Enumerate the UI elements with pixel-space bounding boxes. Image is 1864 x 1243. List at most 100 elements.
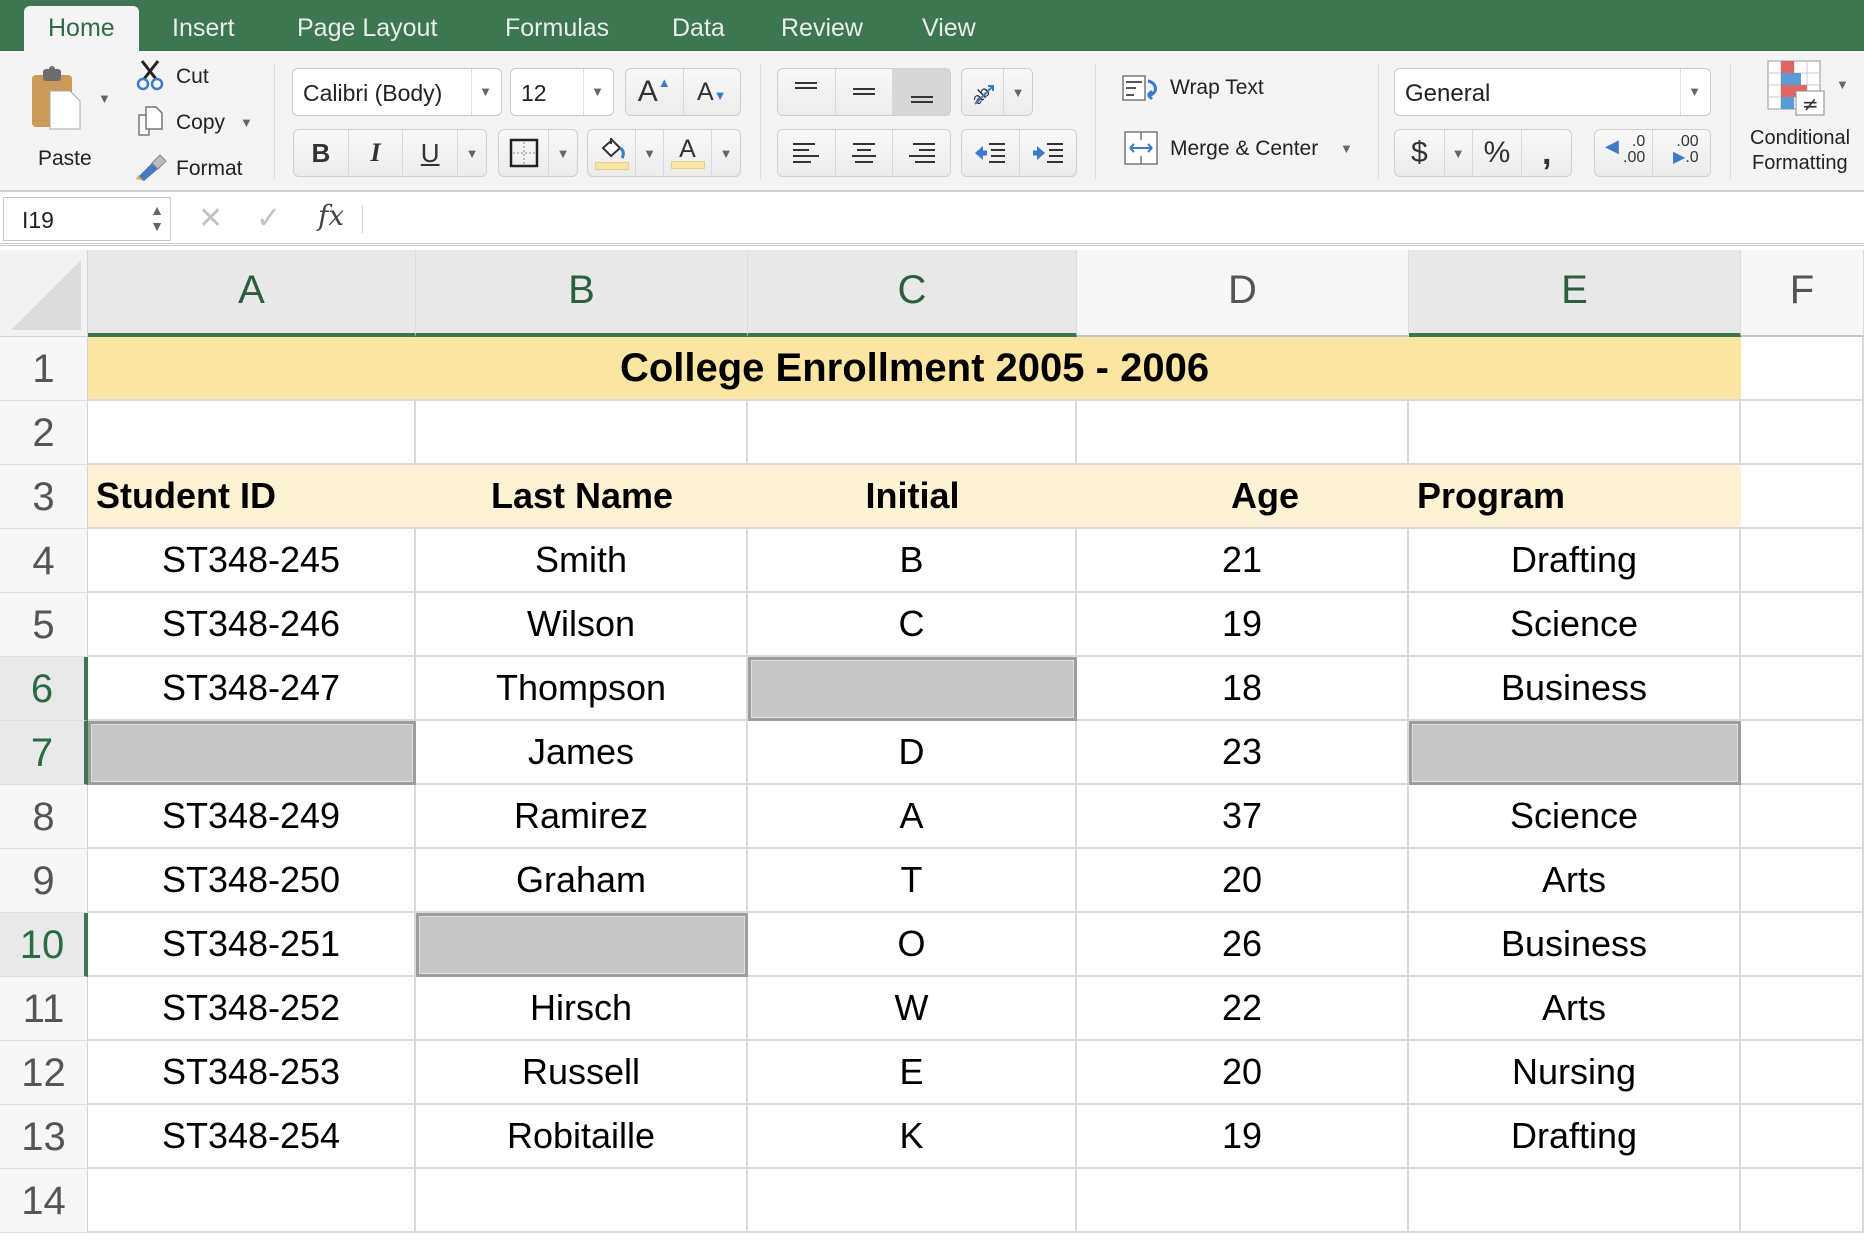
borders-button[interactable] xyxy=(499,130,549,176)
tab-review[interactable]: Review xyxy=(757,6,887,51)
data-cell[interactable]: 19 xyxy=(1077,593,1409,657)
data-cell[interactable]: Arts xyxy=(1409,849,1741,913)
tab-insert[interactable]: Insert xyxy=(148,6,259,51)
data-cell[interactable]: T xyxy=(748,849,1077,913)
cell-E2[interactable] xyxy=(1409,401,1741,465)
column-label-student-id[interactable]: Student ID xyxy=(88,465,416,529)
increase-indent-button[interactable] xyxy=(1020,130,1077,176)
align-right-button[interactable] xyxy=(893,130,950,176)
cancel-icon[interactable]: ✕ xyxy=(198,201,223,236)
fill-color-dropdown[interactable]: ▼ xyxy=(636,130,664,176)
empty-highlighted-cell[interactable] xyxy=(748,657,1077,721)
fill-color-button[interactable] xyxy=(588,130,636,176)
data-cell[interactable]: 21 xyxy=(1077,529,1409,593)
cell-C2[interactable] xyxy=(748,401,1077,465)
tab-page-layout[interactable]: Page Layout xyxy=(273,6,461,51)
cell-F5[interactable] xyxy=(1741,593,1864,657)
select-all-button[interactable] xyxy=(0,250,88,337)
column-label-age[interactable]: Age xyxy=(1077,465,1409,529)
tab-data[interactable]: Data xyxy=(648,6,749,51)
row-header-11[interactable]: 11 xyxy=(0,977,88,1041)
data-cell[interactable]: Ramirez xyxy=(416,785,748,849)
data-cell[interactable]: O xyxy=(748,913,1077,977)
conditional-formatting-button[interactable]: ≠ ▼ Conditional Formatting xyxy=(1744,59,1864,189)
underline-dropdown[interactable]: ▼ xyxy=(458,130,486,176)
cell-F14[interactable] xyxy=(1741,1169,1864,1233)
tab-home[interactable]: Home xyxy=(24,6,139,52)
currency-dropdown[interactable]: ▼ xyxy=(1445,130,1473,176)
data-cell[interactable]: Robitaille xyxy=(416,1105,748,1169)
row-header-2[interactable]: 2 xyxy=(0,401,88,465)
paste-button[interactable]: ▼ Paste xyxy=(24,61,134,186)
cell-F6[interactable] xyxy=(1741,657,1864,721)
data-cell[interactable]: Arts xyxy=(1409,977,1741,1041)
cut-button[interactable]: Cut xyxy=(136,59,286,93)
empty-highlighted-cell[interactable] xyxy=(88,721,416,785)
data-cell[interactable]: Business xyxy=(1409,913,1741,977)
data-cell[interactable]: K xyxy=(748,1105,1077,1169)
data-cell[interactable]: Wilson xyxy=(416,593,748,657)
cell-D14[interactable] xyxy=(1077,1169,1409,1233)
paste-dropdown-caret[interactable]: ▼ xyxy=(98,91,111,106)
data-cell[interactable]: Russell xyxy=(416,1041,748,1105)
data-cell[interactable]: 18 xyxy=(1077,657,1409,721)
percent-button[interactable]: % xyxy=(1473,130,1523,176)
conditional-formatting-dropdown[interactable]: ▼ xyxy=(1836,77,1849,92)
row-header-10[interactable]: 10 xyxy=(0,913,88,977)
data-cell[interactable]: Nursing xyxy=(1409,1041,1741,1105)
align-center-button[interactable] xyxy=(836,130,894,176)
data-cell[interactable]: 19 xyxy=(1077,1105,1409,1169)
data-cell[interactable]: 20 xyxy=(1077,1041,1409,1105)
row-header-5[interactable]: 5 xyxy=(0,593,88,657)
data-cell[interactable]: Drafting xyxy=(1409,1105,1741,1169)
orientation-dropdown[interactable]: ▼ xyxy=(1004,69,1032,115)
data-cell[interactable]: ST348-245 xyxy=(88,529,416,593)
data-cell[interactable]: E xyxy=(748,1041,1077,1105)
cell-F11[interactable] xyxy=(1741,977,1864,1041)
cell-F3[interactable] xyxy=(1741,465,1864,529)
formula-input[interactable] xyxy=(370,197,1864,241)
sheet-title-cell[interactable]: College Enrollment 2005 - 2006 xyxy=(88,337,1741,401)
tab-formulas[interactable]: Formulas xyxy=(481,6,633,51)
decrease-font-size-button[interactable]: A▼ xyxy=(684,69,741,115)
data-cell[interactable]: B xyxy=(748,529,1077,593)
cell-B14[interactable] xyxy=(416,1169,748,1233)
font-color-button[interactable]: A xyxy=(664,130,712,176)
enter-checkmark-icon[interactable]: ✓ xyxy=(256,201,281,236)
data-cell[interactable]: Drafting xyxy=(1409,529,1741,593)
column-label-program[interactable]: Program xyxy=(1409,465,1741,529)
data-cell[interactable]: Science xyxy=(1409,593,1741,657)
data-cell[interactable]: ST348-247 xyxy=(88,657,416,721)
data-cell[interactable]: A xyxy=(748,785,1077,849)
row-header-9[interactable]: 9 xyxy=(0,849,88,913)
empty-highlighted-cell[interactable] xyxy=(416,913,748,977)
column-header-d[interactable]: D xyxy=(1077,250,1409,337)
data-cell[interactable]: W xyxy=(748,977,1077,1041)
cell-F13[interactable] xyxy=(1741,1105,1864,1169)
cell-F2[interactable] xyxy=(1741,401,1864,465)
row-header-3[interactable]: 3 xyxy=(0,465,88,529)
row-header-6[interactable]: 6 xyxy=(0,657,88,721)
cell-F7[interactable] xyxy=(1741,721,1864,785)
row-header-14[interactable]: 14 xyxy=(0,1169,88,1233)
data-cell[interactable]: ST348-251 xyxy=(88,913,416,977)
cell-D2[interactable] xyxy=(1077,401,1409,465)
font-color-dropdown[interactable]: ▼ xyxy=(712,130,740,176)
italic-button[interactable]: I xyxy=(349,130,404,176)
data-cell[interactable]: Thompson xyxy=(416,657,748,721)
cell-B2[interactable] xyxy=(416,401,748,465)
row-header-4[interactable]: 4 xyxy=(0,529,88,593)
cell-F9[interactable] xyxy=(1741,849,1864,913)
copy-dropdown-caret[interactable]: ▼ xyxy=(240,115,253,130)
data-cell[interactable]: 23 xyxy=(1077,721,1409,785)
column-label-initial[interactable]: Initial xyxy=(748,465,1077,529)
data-cell[interactable]: 20 xyxy=(1077,849,1409,913)
orientation-button[interactable]: ab xyxy=(962,69,1004,115)
merge-center-dropdown[interactable]: ▼ xyxy=(1340,141,1353,156)
borders-dropdown[interactable]: ▼ xyxy=(549,130,577,176)
cell-F4[interactable] xyxy=(1741,529,1864,593)
cell-F1[interactable] xyxy=(1741,337,1864,401)
increase-font-size-button[interactable]: A▲ xyxy=(626,69,684,115)
insert-function-icon[interactable]: fx xyxy=(318,199,344,232)
merge-center-button[interactable]: Merge & Center ▼ xyxy=(1122,129,1362,169)
